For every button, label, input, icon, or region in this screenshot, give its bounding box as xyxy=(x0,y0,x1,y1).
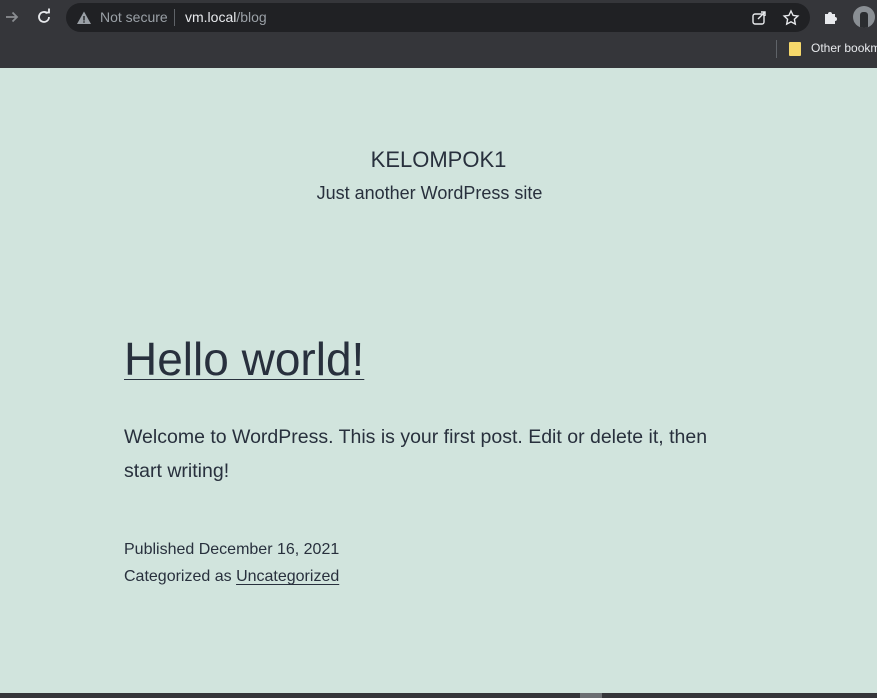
bookmarks-divider xyxy=(776,40,777,58)
address-bar[interactable]: Not secure vm.local/blog xyxy=(66,3,810,32)
site-title[interactable]: KELOMPOK1 xyxy=(0,146,877,174)
other-bookmarks-link[interactable]: Other bookm xyxy=(811,41,877,56)
post-category: Categorized as Uncategorized xyxy=(124,567,339,587)
post-published: Published December 16, 2021 xyxy=(124,540,339,560)
bookmarks-bar xyxy=(0,35,877,68)
url-host: vm.local xyxy=(185,9,237,25)
folder-icon[interactable] xyxy=(788,41,802,57)
post-title-link[interactable]: Hello world! xyxy=(124,330,364,388)
url-text[interactable]: vm.local/blog xyxy=(185,9,267,26)
category-prefix: Categorized as xyxy=(124,568,237,585)
browser-toolbar: Not secure vm.local/blog xyxy=(0,0,877,35)
published-prefix: Published xyxy=(124,541,199,558)
post-body: Welcome to WordPress. This is your first… xyxy=(124,426,708,482)
profile-avatar[interactable] xyxy=(853,6,875,28)
published-date: December 16, 2021 xyxy=(198,541,340,558)
category-link[interactable]: Uncategorized xyxy=(236,568,339,585)
site-description: Just another WordPress site xyxy=(316,183,543,203)
omnibox-divider xyxy=(174,9,175,26)
reload-icon[interactable] xyxy=(32,5,56,29)
scrollbar-thumb[interactable] xyxy=(580,693,602,698)
horizontal-scrollbar[interactable] xyxy=(0,693,877,698)
share-icon[interactable] xyxy=(750,9,768,27)
bookmark-star-icon[interactable] xyxy=(782,9,800,27)
forward-arrow-icon[interactable] xyxy=(0,5,24,29)
url-path: /blog xyxy=(236,9,267,25)
extensions-puzzle-icon[interactable] xyxy=(821,8,841,28)
warning-icon[interactable] xyxy=(76,10,92,26)
security-status[interactable]: Not secure xyxy=(100,9,168,26)
